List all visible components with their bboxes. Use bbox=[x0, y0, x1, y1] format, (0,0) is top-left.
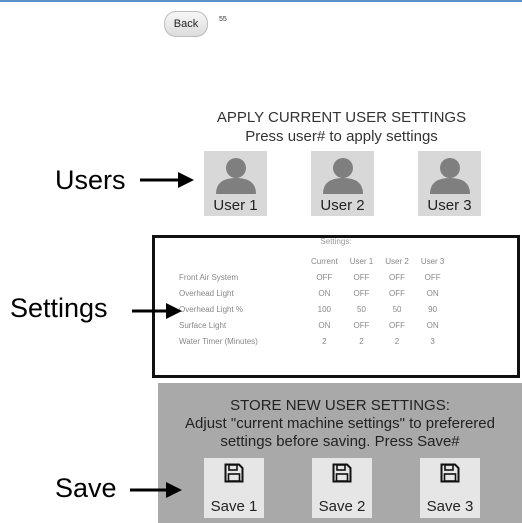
settings-callout-label: Settings bbox=[10, 293, 108, 323]
table-row: Front Air System OFF OFF OFF OFF bbox=[175, 269, 450, 285]
table-row: Overhead Light ON OFF OFF ON bbox=[175, 285, 450, 301]
save-2-label: Save 2 bbox=[318, 498, 366, 515]
setting-value: ON bbox=[426, 320, 439, 330]
setting-name: Water Timer (Minutes) bbox=[179, 336, 258, 346]
setting-value: 90 bbox=[428, 304, 438, 314]
page-number: 55 bbox=[219, 16, 227, 23]
setting-value: 3 bbox=[430, 336, 435, 346]
setting-value: OFF bbox=[316, 272, 333, 282]
save-3-button[interactable]: Save 3 bbox=[420, 458, 480, 518]
user-avatar-icon bbox=[323, 158, 363, 194]
settings-heading: Settings: bbox=[320, 237, 352, 246]
setting-value: ON bbox=[426, 288, 439, 298]
setting-name: Surface Light bbox=[179, 320, 227, 330]
setting-value: OFF bbox=[353, 272, 370, 282]
column-header: User 2 bbox=[385, 257, 409, 266]
user-2-label: User 2 bbox=[320, 197, 365, 214]
setting-value: 50 bbox=[392, 304, 402, 314]
setting-value: ON bbox=[318, 320, 331, 330]
store-instruction-line-1: Adjust "current machine settings" to pre… bbox=[185, 415, 495, 432]
setting-name: Overhead Light % bbox=[179, 304, 244, 314]
setting-value: OFF bbox=[353, 320, 370, 330]
setting-value: 2 bbox=[322, 336, 327, 346]
table-row: Surface Light ON OFF OFF ON bbox=[175, 317, 450, 333]
settings-callout-arrow-icon bbox=[132, 303, 182, 319]
column-header: User 1 bbox=[349, 257, 374, 266]
table-row: Water Timer (Minutes) 2 2 2 3 bbox=[175, 333, 450, 349]
save-2-button[interactable]: Save 2 bbox=[312, 458, 372, 518]
user-1-button[interactable]: User 1 bbox=[204, 151, 267, 216]
store-settings-panel: STORE NEW USER SETTINGS: Adjust "current… bbox=[158, 383, 522, 523]
store-title: STORE NEW USER SETTINGS: bbox=[230, 397, 450, 414]
setting-name: Overhead Light bbox=[179, 288, 234, 298]
column-header bbox=[175, 254, 305, 269]
setting-value: OFF bbox=[353, 288, 370, 298]
setting-value: OFF bbox=[389, 320, 406, 330]
floppy-disk-icon bbox=[224, 463, 244, 483]
settings-header-row: Current User 1 User 2 User 3 bbox=[175, 254, 450, 269]
settings-table: Current User 1 User 2 User 3 Front Air S… bbox=[175, 254, 450, 349]
user-2-button[interactable]: User 2 bbox=[311, 151, 374, 216]
setting-value: OFF bbox=[389, 272, 406, 282]
save-callout-label: Save bbox=[55, 473, 117, 503]
settings-panel: Settings: Current User 1 User 2 User 3 F… bbox=[152, 235, 520, 378]
apply-settings-title: APPLY CURRENT USER SETTINGS bbox=[216, 109, 467, 126]
apply-settings-subtitle: Press user# to apply settings bbox=[245, 128, 438, 145]
setting-value: ON bbox=[318, 288, 331, 298]
save-1-button[interactable]: Save 1 bbox=[204, 458, 264, 518]
setting-value: OFF bbox=[424, 272, 441, 282]
save-1-label: Save 1 bbox=[210, 498, 258, 515]
back-button[interactable]: Back bbox=[164, 11, 208, 37]
users-callout-arrow-icon bbox=[140, 172, 194, 188]
column-header: User 3 bbox=[420, 257, 445, 266]
table-row: Overhead Light % 100 50 50 90 bbox=[175, 301, 450, 317]
users-callout-label: Users bbox=[55, 165, 126, 195]
setting-value: 100 bbox=[317, 304, 332, 314]
store-instruction-line-2: settings before saving. Press Save# bbox=[220, 433, 460, 450]
user-3-button[interactable]: User 3 bbox=[418, 151, 481, 216]
user-3-label: User 3 bbox=[427, 197, 472, 214]
setting-name: Front Air System bbox=[179, 272, 239, 282]
setting-value: 2 bbox=[359, 336, 364, 346]
floppy-disk-icon bbox=[440, 463, 460, 483]
setting-value: 50 bbox=[357, 304, 366, 314]
save-3-label: Save 3 bbox=[426, 498, 474, 515]
user-1-label: User 1 bbox=[213, 197, 258, 214]
floppy-disk-icon bbox=[332, 463, 352, 483]
user-avatar-icon bbox=[216, 158, 256, 194]
setting-value: OFF bbox=[389, 288, 406, 298]
column-header: Current bbox=[311, 257, 338, 266]
user-avatar-icon bbox=[430, 158, 470, 194]
setting-value: 2 bbox=[394, 336, 400, 346]
save-callout-arrow-icon bbox=[130, 482, 182, 498]
